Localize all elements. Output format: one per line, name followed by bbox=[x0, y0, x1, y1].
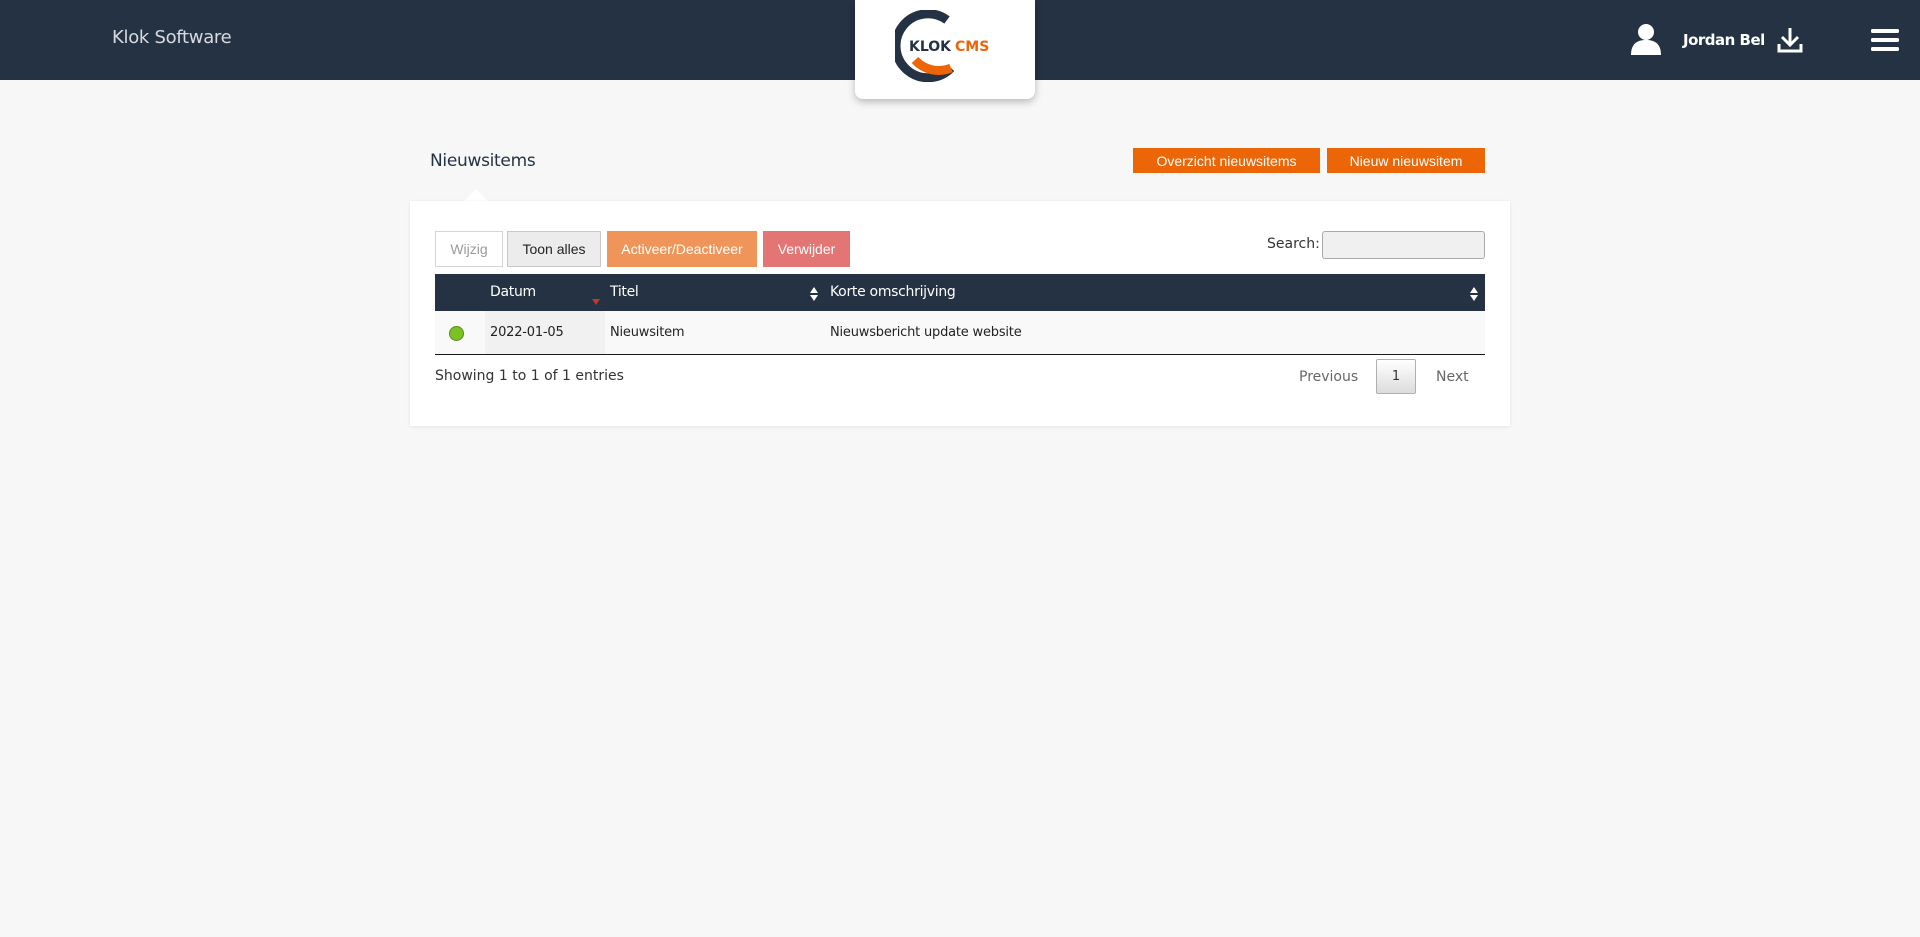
klok-cms-logo: KLOK CMS bbox=[895, 10, 989, 82]
logo-box[interactable]: KLOK CMS bbox=[855, 0, 1035, 99]
show-all-button[interactable]: Toon alles bbox=[507, 231, 601, 267]
status-active-icon bbox=[449, 326, 464, 341]
delete-button[interactable]: Verwijder bbox=[763, 231, 850, 267]
user-name[interactable]: Jordan Bel bbox=[1683, 31, 1765, 49]
search-input[interactable] bbox=[1322, 231, 1485, 259]
table-row[interactable]: 2022-01-05 Nieuwsitem Nieuwsbericht upda… bbox=[435, 311, 1485, 355]
pagination-next[interactable]: Next bbox=[1436, 369, 1469, 385]
column-header-titel[interactable]: Titel bbox=[610, 284, 639, 300]
search-label: Search: bbox=[1267, 236, 1320, 252]
edit-button[interactable]: Wijzig bbox=[435, 231, 503, 267]
panel-pointer bbox=[464, 189, 488, 201]
activate-deactivate-button[interactable]: Activeer/Deactiveer bbox=[607, 231, 757, 267]
download-icon[interactable] bbox=[1776, 26, 1804, 58]
logo-word-cms: CMS bbox=[955, 39, 989, 55]
pagination-page-1[interactable]: 1 bbox=[1376, 359, 1416, 394]
logo-word-klok: KLOK bbox=[909, 39, 952, 55]
cell-titel: Nieuwsitem bbox=[610, 325, 685, 340]
new-news-item-button[interactable]: Nieuw nieuwsitem bbox=[1327, 148, 1485, 173]
cell-datum: 2022-01-05 bbox=[490, 325, 564, 340]
table-header: Datum Titel Korte omschrijving bbox=[435, 274, 1485, 311]
column-header-korte-omschrijving[interactable]: Korte omschrijving bbox=[830, 284, 956, 300]
user-icon[interactable] bbox=[1630, 23, 1662, 59]
overview-news-button[interactable]: Overzicht nieuwsitems bbox=[1133, 148, 1320, 173]
page-title: Nieuwsitems bbox=[430, 151, 536, 171]
pagination-previous[interactable]: Previous bbox=[1299, 369, 1358, 385]
column-header-datum[interactable]: Datum bbox=[490, 284, 536, 300]
sort-desc-icon[interactable] bbox=[591, 291, 601, 310]
sort-both-icon[interactable] bbox=[809, 286, 819, 306]
brand-name[interactable]: Klok Software bbox=[112, 27, 232, 48]
sort-both-icon[interactable] bbox=[1469, 286, 1479, 306]
table-info: Showing 1 to 1 of 1 entries bbox=[435, 368, 624, 384]
cell-omschrijving: Nieuwsbericht update website bbox=[830, 325, 1022, 340]
hamburger-menu-icon[interactable] bbox=[1871, 29, 1899, 55]
